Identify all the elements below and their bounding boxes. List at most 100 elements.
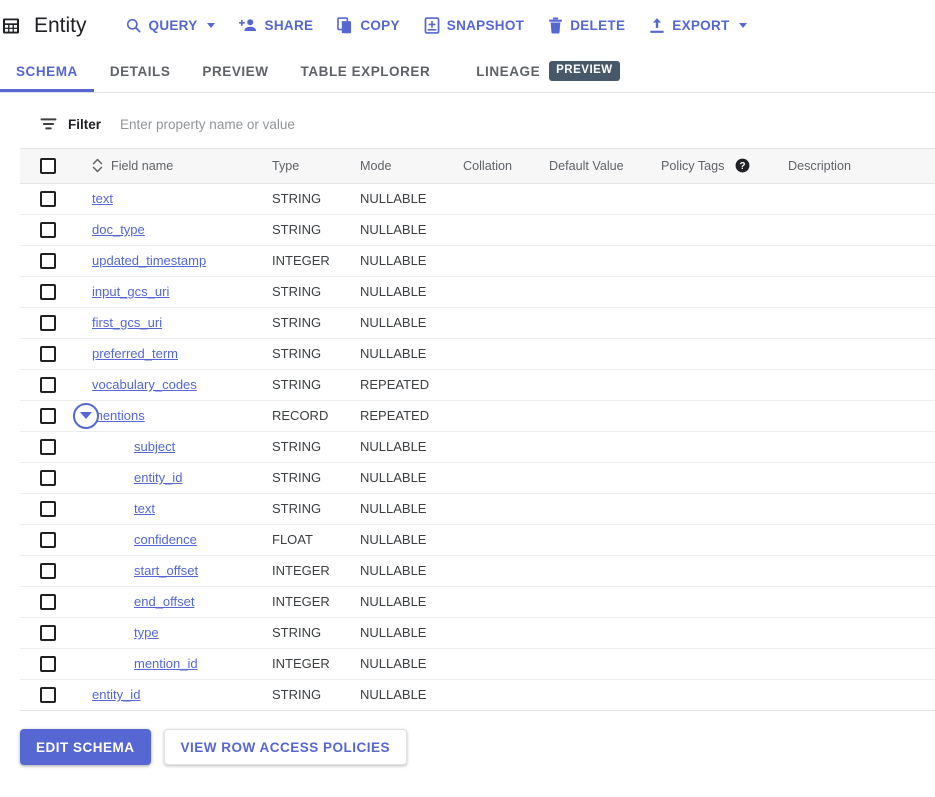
footer-actions: EDIT SCHEMA VIEW ROW ACCESS POLICIES bbox=[0, 711, 935, 765]
description-header[interactable]: Description bbox=[788, 149, 935, 184]
row-checkbox[interactable] bbox=[40, 655, 56, 672]
field-name-link[interactable]: input_gcs_uri bbox=[92, 284, 169, 299]
tab-lineage[interactable]: LINEAGE PREVIEW bbox=[446, 50, 635, 92]
field-default-value-cell bbox=[549, 183, 661, 215]
query-button[interactable]: QUERY bbox=[117, 11, 223, 40]
copy-label: COPY bbox=[360, 18, 400, 33]
row-checkbox[interactable] bbox=[40, 531, 56, 548]
select-all-checkbox[interactable] bbox=[40, 157, 56, 174]
view-row-access-policies-button[interactable]: VIEW ROW ACCESS POLICIES bbox=[163, 729, 408, 765]
tab-table-explorer[interactable]: TABLE EXPLORER bbox=[285, 50, 447, 92]
field-collation-cell bbox=[463, 431, 549, 463]
row-checkbox[interactable] bbox=[40, 407, 56, 424]
row-checkbox[interactable] bbox=[40, 314, 56, 331]
edit-schema-button[interactable]: EDIT SCHEMA bbox=[20, 729, 151, 765]
row-checkbox[interactable] bbox=[40, 283, 56, 300]
field-name-link[interactable]: end_offset bbox=[134, 594, 194, 609]
field-name-cell: mentions bbox=[73, 400, 272, 432]
table-row: entity_id STRING NULLABLE bbox=[20, 679, 935, 710]
row-select-cell bbox=[20, 214, 92, 246]
field-collation-cell bbox=[463, 524, 549, 556]
field-name-header-label: Field name bbox=[111, 158, 174, 173]
field-name-link[interactable]: preferred_term bbox=[92, 346, 178, 361]
field-name-link[interactable]: first_gcs_uri bbox=[92, 315, 162, 330]
field-name-cell: entity_id bbox=[92, 462, 272, 494]
field-collation-cell bbox=[463, 245, 549, 277]
default-value-header[interactable]: Default Value bbox=[549, 149, 661, 184]
row-checkbox[interactable] bbox=[40, 562, 56, 579]
field-name-link[interactable]: text bbox=[92, 191, 113, 206]
field-name-header[interactable]: Field name bbox=[92, 149, 272, 184]
row-checkbox[interactable] bbox=[40, 624, 56, 641]
tab-preview[interactable]: PREVIEW bbox=[186, 50, 284, 92]
delete-button[interactable]: DELETE bbox=[540, 11, 633, 40]
type-header[interactable]: Type bbox=[272, 149, 360, 184]
field-type-cell: STRING bbox=[272, 462, 360, 494]
field-type-cell: STRING bbox=[272, 687, 322, 703]
field-name-link[interactable]: updated_timestamp bbox=[92, 253, 206, 268]
field-name-link[interactable]: mention_id bbox=[134, 656, 198, 671]
collation-header[interactable]: Collation bbox=[463, 149, 549, 184]
field-mode-cell: REPEATED bbox=[360, 400, 463, 432]
row-checkbox[interactable] bbox=[40, 252, 56, 269]
help-icon[interactable]: ? bbox=[735, 158, 750, 173]
field-name-cell: vocabulary_codes bbox=[92, 369, 272, 401]
row-select-cell bbox=[20, 462, 92, 494]
row-checkbox[interactable] bbox=[40, 469, 56, 486]
tab-schema[interactable]: SCHEMA bbox=[0, 50, 94, 92]
field-name-link[interactable]: mentions bbox=[92, 408, 145, 423]
share-button[interactable]: SHARE bbox=[231, 11, 322, 40]
chevron-down-icon bbox=[206, 23, 215, 28]
field-name-link[interactable]: type bbox=[134, 625, 159, 640]
field-name-link[interactable]: entity_id bbox=[134, 470, 182, 485]
field-type-cell: INTEGER bbox=[272, 586, 360, 618]
row-checkbox[interactable] bbox=[40, 345, 56, 362]
field-name-link[interactable]: start_offset bbox=[134, 563, 198, 578]
field-name-link[interactable]: confidence bbox=[134, 532, 197, 547]
row-select-cell bbox=[20, 555, 92, 587]
field-default-value-cell bbox=[549, 338, 661, 370]
field-name-cell: subject bbox=[92, 431, 272, 463]
field-default-value-cell bbox=[549, 431, 661, 463]
row-checkbox[interactable] bbox=[40, 500, 56, 517]
row-select-cell bbox=[20, 493, 92, 525]
policy-tags-header[interactable]: Policy Tags ? bbox=[661, 149, 788, 184]
table-header-row: Field name Type Mode Collation Default V… bbox=[20, 149, 935, 184]
field-collation-cell bbox=[463, 307, 549, 339]
field-description-cell bbox=[788, 462, 935, 494]
snapshot-label: SNAPSHOT bbox=[446, 18, 525, 33]
row-checkbox[interactable] bbox=[40, 686, 56, 703]
field-name-link[interactable]: doc_type bbox=[92, 222, 145, 237]
field-collation-cell bbox=[463, 617, 549, 649]
snapshot-button[interactable]: SNAPSHOT bbox=[416, 11, 532, 40]
field-type-cell: STRING bbox=[272, 214, 360, 246]
field-mode-cell: NULLABLE bbox=[360, 214, 463, 246]
field-collation-cell bbox=[463, 338, 549, 370]
row-checkbox[interactable] bbox=[40, 438, 56, 455]
filter-input[interactable] bbox=[118, 115, 679, 133]
row-select-cell bbox=[20, 276, 92, 308]
field-name-link[interactable]: text bbox=[134, 501, 155, 516]
field-collation-cell bbox=[463, 214, 549, 246]
row-checkbox[interactable] bbox=[40, 593, 56, 610]
field-name-link[interactable]: vocabulary_codes bbox=[92, 377, 197, 392]
field-collation-cell bbox=[463, 183, 549, 215]
table-row: mentions RECORD REPEATED bbox=[20, 400, 935, 432]
policy-tags-header-label: Policy Tags bbox=[661, 159, 725, 174]
field-name-link[interactable]: entity_id bbox=[92, 687, 140, 702]
copy-button[interactable]: COPY bbox=[329, 11, 407, 40]
field-default-value-cell bbox=[549, 617, 661, 649]
mode-header[interactable]: Mode bbox=[360, 149, 463, 184]
row-checkbox[interactable] bbox=[40, 376, 56, 393]
row-checkbox[interactable] bbox=[40, 221, 56, 238]
field-name-link[interactable]: subject bbox=[134, 439, 175, 454]
table-row: mention_id INTEGER NULLABLE bbox=[20, 648, 935, 680]
row-checkbox[interactable] bbox=[40, 190, 56, 207]
field-name-cell: input_gcs_uri bbox=[92, 276, 272, 308]
export-button[interactable]: EXPORT bbox=[641, 11, 754, 40]
expand-collapse-toggle[interactable] bbox=[73, 402, 99, 429]
field-default-value-cell bbox=[549, 648, 661, 680]
select-all-header bbox=[20, 149, 92, 184]
tab-details[interactable]: DETAILS bbox=[94, 50, 187, 92]
table-row: end_offset INTEGER NULLABLE bbox=[20, 586, 935, 618]
